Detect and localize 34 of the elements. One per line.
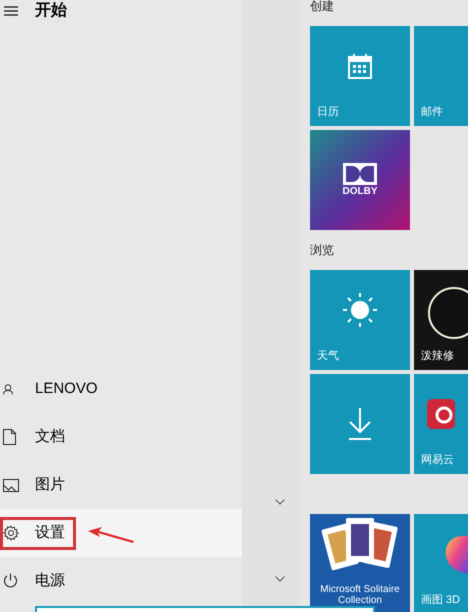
group-heading: 创建 (310, 0, 334, 15)
calendar-icon (348, 53, 372, 79)
document-icon (3, 429, 16, 445)
arrow-icon (88, 527, 134, 543)
logo-text: DOLBY (342, 186, 378, 197)
app-tile[interactable]: DOLBY (310, 130, 410, 230)
app-tile[interactable] (310, 374, 410, 474)
music-app-icon (427, 399, 455, 429)
settings-icon (3, 525, 19, 541)
sun-icon (342, 292, 378, 328)
app-tile[interactable]: 泼辣修 (414, 270, 468, 370)
group-heading: 浏览 (310, 242, 334, 259)
person-icon (3, 384, 13, 394)
chevron-down-icon[interactable] (275, 499, 285, 505)
menu-title: 开始 (35, 0, 67, 20)
tile-label: 网易云 (420, 454, 455, 468)
menu-item[interactable]: 设置 (0, 509, 242, 557)
tile-label: 邮件 (420, 106, 444, 120)
tile-label: 天气 (316, 350, 340, 364)
menu-item[interactable]: 图片 (0, 461, 242, 509)
chevron-down-icon[interactable] (275, 576, 285, 582)
download-icon (348, 408, 372, 440)
menu-item[interactable]: LENOVO (0, 365, 242, 413)
tile-label: 泼辣修 (420, 350, 455, 364)
menu-item[interactable]: 电源 (0, 557, 242, 605)
menu-item[interactable]: 文档 (0, 413, 242, 461)
menu-icon[interactable] (4, 6, 18, 16)
picture-icon (3, 478, 19, 492)
dolby-logo-icon (343, 163, 377, 185)
tile-label: 日历 (316, 106, 340, 120)
app-tile[interactable]: Microsoft Solitaire Collection (310, 514, 410, 612)
tile-label: 画图 3D (420, 594, 462, 608)
power-icon (3, 573, 18, 589)
tile-label: Microsoft Solitaire Collection (319, 584, 401, 608)
